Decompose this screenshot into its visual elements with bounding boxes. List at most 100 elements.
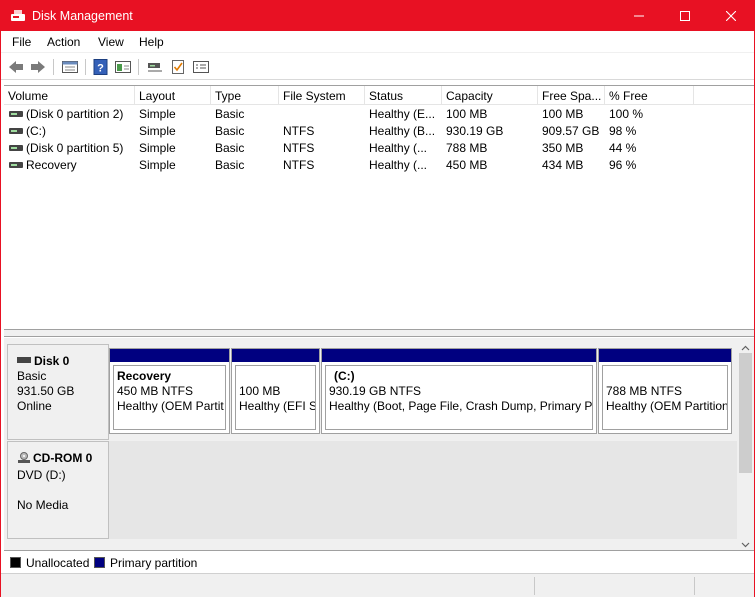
volume-list[interactable]: Volume Layout Type File System Status Ca… — [4, 85, 754, 328]
partition-status: Healthy (EFI Sy — [239, 399, 316, 413]
table-row[interactable]: Recovery Simple Basic NTFS Healthy (... … — [4, 157, 754, 174]
partition-size: 930.19 GB NTFS — [329, 384, 422, 398]
partition-size: 450 MB NTFS — [117, 384, 194, 398]
pane-splitter[interactable] — [4, 329, 754, 337]
volume-icon — [9, 128, 23, 134]
legend-primary-partition: Primary partition — [110, 556, 198, 570]
status-bar-segment — [694, 577, 695, 595]
primary-partition-bar — [232, 349, 319, 362]
partition-recovery[interactable]: Recovery 450 MB NTFS Healthy (OEM Partit — [109, 348, 230, 434]
volume-icon — [9, 162, 23, 168]
column-header-status[interactable]: Status — [365, 86, 442, 105]
cell-volume: (Disk 0 partition 2) — [26, 107, 124, 121]
menu-view[interactable]: View — [98, 35, 124, 49]
cdrom-empty-area — [109, 441, 738, 539]
properties-icon[interactable] — [61, 58, 79, 76]
disk-pane-scrollbar[interactable] — [737, 338, 754, 550]
menu-help[interactable]: Help — [139, 35, 164, 49]
cell-percent-free: 96 % — [609, 158, 637, 172]
primary-partition-bar — [599, 349, 731, 362]
svg-text:?: ? — [97, 63, 104, 75]
close-button[interactable] — [708, 1, 754, 31]
volume-icon — [9, 145, 23, 151]
table-row[interactable]: (C:) Simple Basic NTFS Healthy (B... 930… — [4, 123, 754, 140]
cell-percent-free: 98 % — [609, 124, 637, 138]
partition-name: Recovery — [117, 369, 172, 383]
primary-partition-bar — [110, 349, 229, 362]
toolbar: ? — [1, 54, 754, 80]
cell-file-system — [283, 107, 363, 123]
column-header-file-system[interactable]: File System — [279, 86, 365, 105]
legend: Unallocated Primary partition — [4, 550, 754, 572]
scroll-up-icon[interactable] — [741, 342, 750, 351]
disk-graphical-pane: Disk 0 Basic 931.50 GB Online Recovery 4… — [4, 338, 738, 550]
legend-unallocated: Unallocated — [26, 556, 90, 570]
disk-management-window: Disk Management File Action View Help ? — [0, 0, 755, 597]
volume-icon — [9, 111, 23, 117]
column-header-layout[interactable]: Layout — [135, 86, 211, 105]
connect-icon[interactable] — [146, 58, 164, 76]
cell-volume: (Disk 0 partition 5) — [26, 141, 124, 155]
minimize-button[interactable] — [616, 1, 662, 31]
cell-status: Healthy (E... — [369, 107, 436, 121]
back-icon[interactable] — [7, 58, 25, 76]
cell-capacity: 100 MB — [446, 107, 488, 121]
scrollbar-thumb[interactable] — [739, 353, 752, 473]
column-header-volume[interactable]: Volume — [4, 86, 135, 105]
partition-size: 788 MB NTFS — [606, 384, 683, 398]
cell-type: Basic — [215, 124, 245, 138]
cdrom-media: No Media — [17, 498, 69, 512]
cell-capacity: 930.19 GB — [446, 124, 504, 138]
cell-percent-free: 100 % — [609, 107, 644, 121]
cdrom-icon — [17, 452, 31, 468]
check-icon[interactable] — [169, 58, 187, 76]
table-row[interactable]: (Disk 0 partition 2) Simple Basic Health… — [4, 106, 754, 123]
status-bar — [1, 573, 754, 597]
window-title: Disk Management — [32, 9, 133, 23]
partition-efi[interactable]: 100 MB Healthy (EFI Sy — [231, 348, 320, 434]
disk-type: Basic — [17, 369, 47, 383]
cell-free-space: 434 MB — [542, 158, 584, 172]
disk-0-label[interactable]: Disk 0 Basic 931.50 GB Online — [7, 344, 109, 440]
scroll-down-icon[interactable] — [741, 538, 750, 548]
maximize-button[interactable] — [662, 1, 708, 31]
partition-c[interactable]: (C:) 930.19 GB NTFS Healthy (Boot, Page … — [321, 348, 597, 434]
partition-oem[interactable]: 788 MB NTFS Healthy (OEM Partition — [598, 348, 732, 434]
table-row[interactable]: (Disk 0 partition 5) Simple Basic NTFS H… — [4, 140, 754, 157]
cell-type: Basic — [215, 158, 245, 172]
cell-file-system: NTFS — [283, 124, 315, 138]
cell-capacity: 450 MB — [446, 158, 488, 172]
cell-free-space: 350 MB — [542, 141, 584, 155]
cell-layout: Simple — [139, 107, 176, 121]
cell-volume: Recovery — [26, 158, 77, 172]
title-bar[interactable]: Disk Management — [1, 1, 754, 31]
cell-capacity: 788 MB — [446, 141, 488, 155]
cell-status: Healthy (... — [369, 158, 428, 172]
cell-layout: Simple — [139, 124, 176, 138]
cell-status: Healthy (B... — [369, 124, 436, 138]
column-header-percent-free[interactable]: % Free — [605, 86, 694, 105]
cdrom-0-label[interactable]: CD-ROM 0 DVD (D:) No Media — [7, 441, 109, 539]
cdrom-name: CD-ROM 0 — [33, 451, 93, 465]
column-header-capacity[interactable]: Capacity — [442, 86, 538, 105]
view-icon[interactable] — [114, 58, 132, 76]
unallocated-swatch — [10, 557, 21, 568]
volume-list-header: Volume Layout Type File System Status Ca… — [4, 86, 754, 105]
help-icon[interactable]: ? — [92, 58, 110, 76]
menu-file[interactable]: File — [12, 35, 31, 49]
cell-free-space: 909.57 GB — [542, 124, 600, 138]
partition-size: 100 MB — [239, 384, 281, 398]
cell-type: Basic — [215, 141, 245, 155]
cell-type: Basic — [215, 107, 245, 121]
toolbar-separator — [85, 59, 86, 75]
disk-management-app-icon — [10, 8, 26, 24]
toolbar-separator — [138, 59, 139, 75]
forward-icon[interactable] — [29, 58, 47, 76]
disk-name: Disk 0 — [34, 354, 70, 368]
cell-file-system: NTFS — [283, 141, 315, 155]
menu-action[interactable]: Action — [47, 35, 80, 49]
column-header-type[interactable]: Type — [211, 86, 279, 105]
list-icon[interactable] — [192, 58, 210, 76]
cell-percent-free: 44 % — [609, 141, 637, 155]
column-header-free-space[interactable]: Free Spa... — [538, 86, 605, 105]
